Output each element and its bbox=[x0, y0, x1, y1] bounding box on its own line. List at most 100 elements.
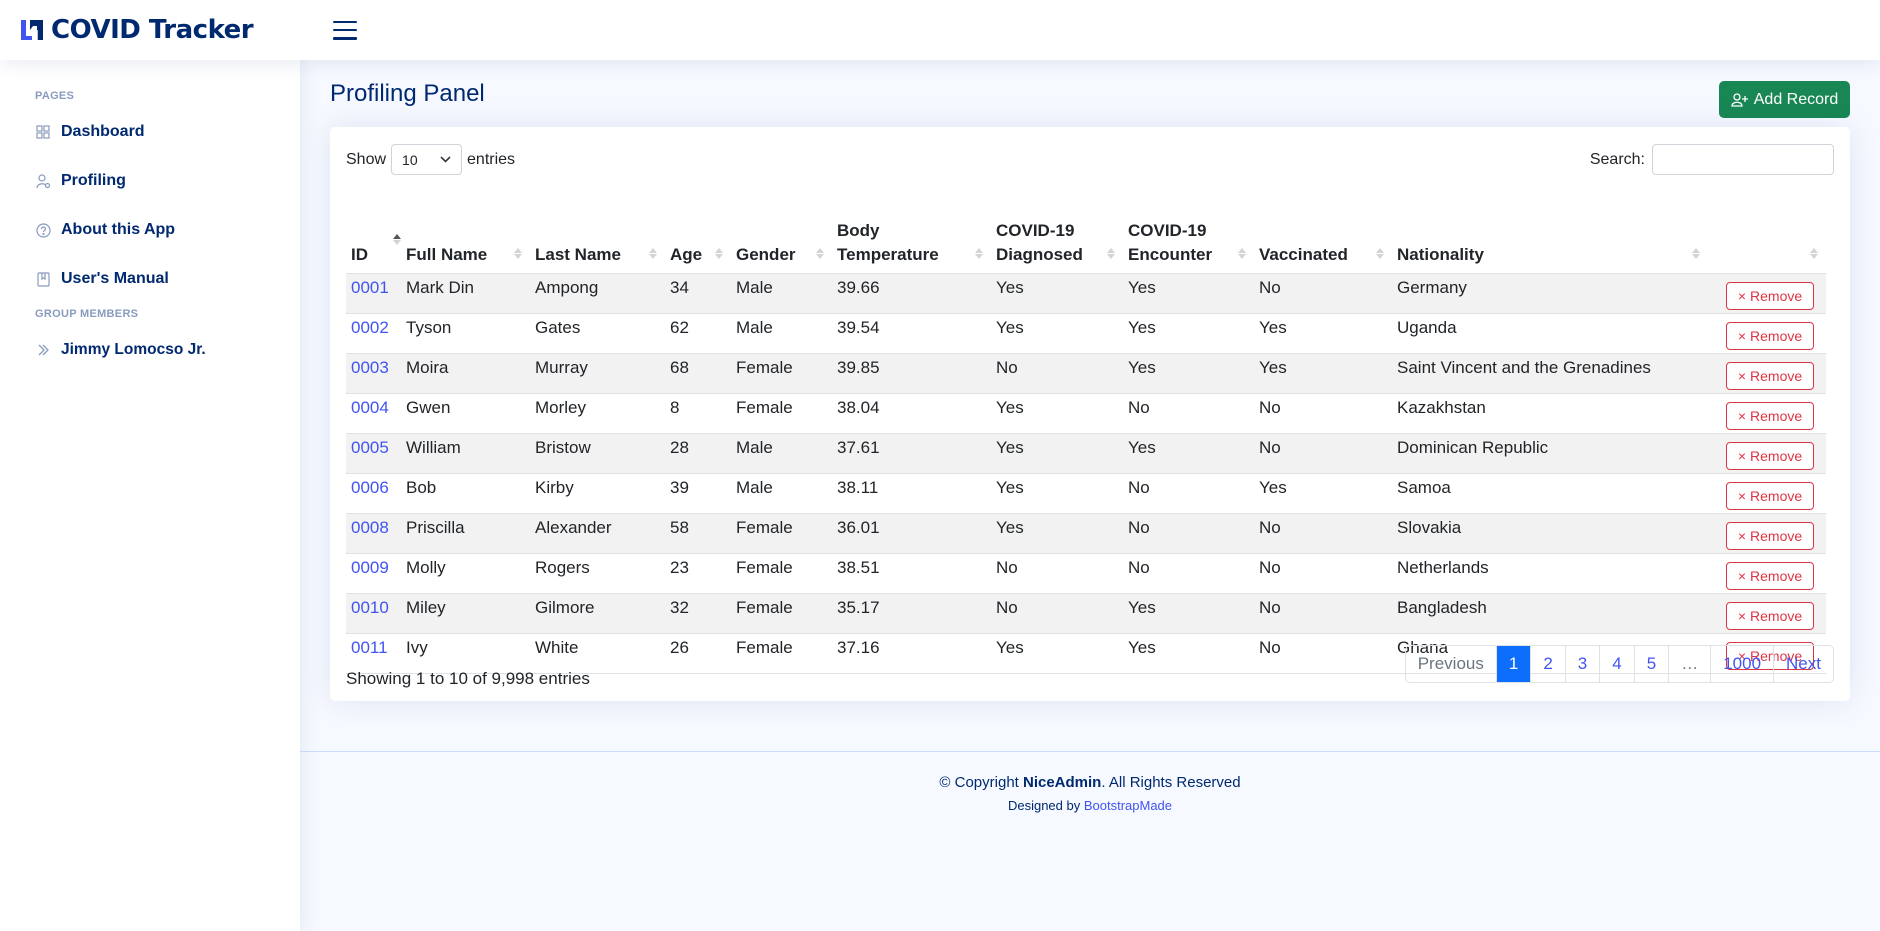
table-cell-actions: × Remove bbox=[1708, 432, 1826, 473]
cell-text: 39 bbox=[670, 478, 689, 497]
page-size-control: Show 10 entries bbox=[346, 144, 515, 175]
table-cell: No bbox=[1123, 552, 1254, 593]
sidebar-item-member[interactable]: Jimmy Lomocso Jr. bbox=[20, 330, 280, 370]
record-id-link[interactable]: 0005 bbox=[351, 438, 396, 458]
table-cell[interactable]: 0008 bbox=[346, 512, 401, 553]
column-header-covid-encounter[interactable]: COVID-19 Encounter bbox=[1123, 183, 1254, 273]
search-input[interactable] bbox=[1652, 144, 1834, 175]
sidebar-item-profiling[interactable]: Profiling bbox=[20, 161, 280, 201]
sort-icon bbox=[1107, 247, 1115, 259]
table-cell: Gates bbox=[530, 312, 665, 353]
page-button[interactable]: 4 bbox=[1599, 646, 1633, 682]
cell-text: Yes bbox=[1259, 318, 1287, 337]
remove-button[interactable]: × Remove bbox=[1726, 322, 1814, 350]
column-header-last-name[interactable]: Last Name bbox=[530, 183, 665, 273]
remove-button[interactable]: × Remove bbox=[1726, 362, 1814, 390]
table-cell[interactable]: 0011 bbox=[346, 632, 401, 674]
footer-brand: NiceAdmin bbox=[1023, 774, 1102, 791]
table-cell[interactable]: 0002 bbox=[346, 312, 401, 353]
column-header-actions[interactable] bbox=[1708, 183, 1826, 273]
column-header-id[interactable]: ID bbox=[346, 183, 401, 273]
cell-text: Yes bbox=[996, 478, 1024, 497]
record-id-link[interactable]: 0010 bbox=[351, 598, 396, 618]
person-plus-icon bbox=[1731, 92, 1748, 107]
page-button[interactable]: 1000 bbox=[1710, 646, 1773, 682]
toggle-sidebar-icon[interactable] bbox=[333, 20, 357, 40]
table-cell-actions: × Remove bbox=[1708, 312, 1826, 353]
profiling-table: ID Full Name Last Name Age Gender Body T… bbox=[346, 183, 1826, 674]
x-icon: × bbox=[1737, 528, 1747, 544]
previous-page-button[interactable]: Previous bbox=[1406, 646, 1496, 682]
next-page-button[interactable]: Next bbox=[1773, 646, 1833, 682]
sidebar-item-dashboard[interactable]: Dashboard bbox=[20, 112, 280, 152]
table-cell[interactable]: 0004 bbox=[346, 392, 401, 433]
cell-text: Dominican Republic bbox=[1397, 438, 1549, 457]
record-id-link[interactable]: 0011 bbox=[351, 638, 396, 658]
table-cell: Yes bbox=[1123, 272, 1254, 313]
cell-text: 28 bbox=[670, 438, 689, 457]
table-cell: 34 bbox=[665, 272, 731, 313]
cell-text: Female bbox=[736, 558, 793, 577]
table-cell: No bbox=[991, 552, 1123, 593]
record-id-link[interactable]: 0008 bbox=[351, 518, 396, 538]
record-id-link[interactable]: 0002 bbox=[351, 318, 396, 338]
record-id-link[interactable]: 0001 bbox=[351, 278, 396, 298]
table-cell[interactable]: 0009 bbox=[346, 552, 401, 593]
record-id-link[interactable]: 0006 bbox=[351, 478, 396, 498]
column-header-covid-diagnosed[interactable]: COVID-19 Diagnosed bbox=[991, 183, 1123, 273]
remove-button[interactable]: × Remove bbox=[1726, 602, 1814, 630]
cell-text: Male bbox=[736, 478, 773, 497]
column-header-age[interactable]: Age bbox=[665, 183, 731, 273]
page-button[interactable]: 1 bbox=[1495, 646, 1531, 682]
cell-text: 39.85 bbox=[837, 358, 880, 377]
app-logo[interactable]: COVID Tracker bbox=[19, 15, 299, 45]
sidebar-item-label: Profiling bbox=[61, 172, 126, 189]
remove-button[interactable]: × Remove bbox=[1726, 402, 1814, 430]
remove-button[interactable]: × Remove bbox=[1726, 562, 1814, 590]
table-cell[interactable]: 0006 bbox=[346, 472, 401, 513]
cell-text: Female bbox=[736, 518, 793, 537]
page-button[interactable]: 2 bbox=[1530, 646, 1564, 682]
cell-text: Saint Vincent and the Grenadines bbox=[1397, 358, 1651, 377]
table-cell[interactable]: 0001 bbox=[346, 272, 401, 313]
cell-text: 62 bbox=[670, 318, 689, 337]
table-cell: Germany bbox=[1392, 272, 1708, 313]
remove-button[interactable]: × Remove bbox=[1726, 522, 1814, 550]
sidebar-item-about[interactable]: About this App bbox=[20, 210, 280, 250]
cell-text: 58 bbox=[670, 518, 689, 537]
record-id-link[interactable]: 0004 bbox=[351, 398, 396, 418]
column-header-full-name[interactable]: Full Name bbox=[401, 183, 530, 273]
table-cell: 37.16 bbox=[832, 632, 991, 674]
table-cell: Gwen bbox=[401, 392, 530, 433]
table-cell[interactable]: 0005 bbox=[346, 432, 401, 473]
record-id-link[interactable]: 0003 bbox=[351, 358, 396, 378]
column-header-vaccinated[interactable]: Vaccinated bbox=[1254, 183, 1392, 273]
column-header-nationality[interactable]: Nationality bbox=[1392, 183, 1708, 273]
cell-text: No bbox=[1259, 398, 1281, 417]
cell-text: William bbox=[406, 438, 461, 457]
show-label: Show bbox=[346, 150, 387, 168]
add-record-button[interactable]: Add Record bbox=[1719, 81, 1850, 118]
record-id-link[interactable]: 0009 bbox=[351, 558, 396, 578]
remove-button[interactable]: × Remove bbox=[1726, 282, 1814, 310]
top-header: COVID Tracker bbox=[0, 0, 1880, 60]
column-header-gender[interactable]: Gender bbox=[731, 183, 832, 273]
page-button[interactable]: 3 bbox=[1564, 646, 1599, 682]
table-cell: No bbox=[1254, 592, 1392, 633]
cell-text: No bbox=[1128, 518, 1150, 537]
table-cell: Female bbox=[731, 592, 832, 633]
x-icon: × bbox=[1737, 328, 1747, 344]
remove-button[interactable]: × Remove bbox=[1726, 442, 1814, 470]
cell-text: Miley bbox=[406, 598, 446, 617]
page-size-select[interactable]: 10 bbox=[391, 144, 463, 175]
cell-text: Samoa bbox=[1397, 478, 1451, 497]
table-cell[interactable]: 0010 bbox=[346, 592, 401, 633]
table-cell[interactable]: 0003 bbox=[346, 352, 401, 393]
column-header-body-temperature[interactable]: Body Temperature bbox=[832, 183, 991, 273]
page-button[interactable]: 5 bbox=[1633, 646, 1668, 682]
sidebar-item-users-manual[interactable]: User's Manual bbox=[20, 259, 280, 299]
table-cell: Female bbox=[731, 552, 832, 593]
remove-button[interactable]: × Remove bbox=[1726, 482, 1814, 510]
sidebar-item-label: Dashboard bbox=[61, 123, 145, 140]
designer-link[interactable]: BootstrapMade bbox=[1084, 798, 1172, 813]
